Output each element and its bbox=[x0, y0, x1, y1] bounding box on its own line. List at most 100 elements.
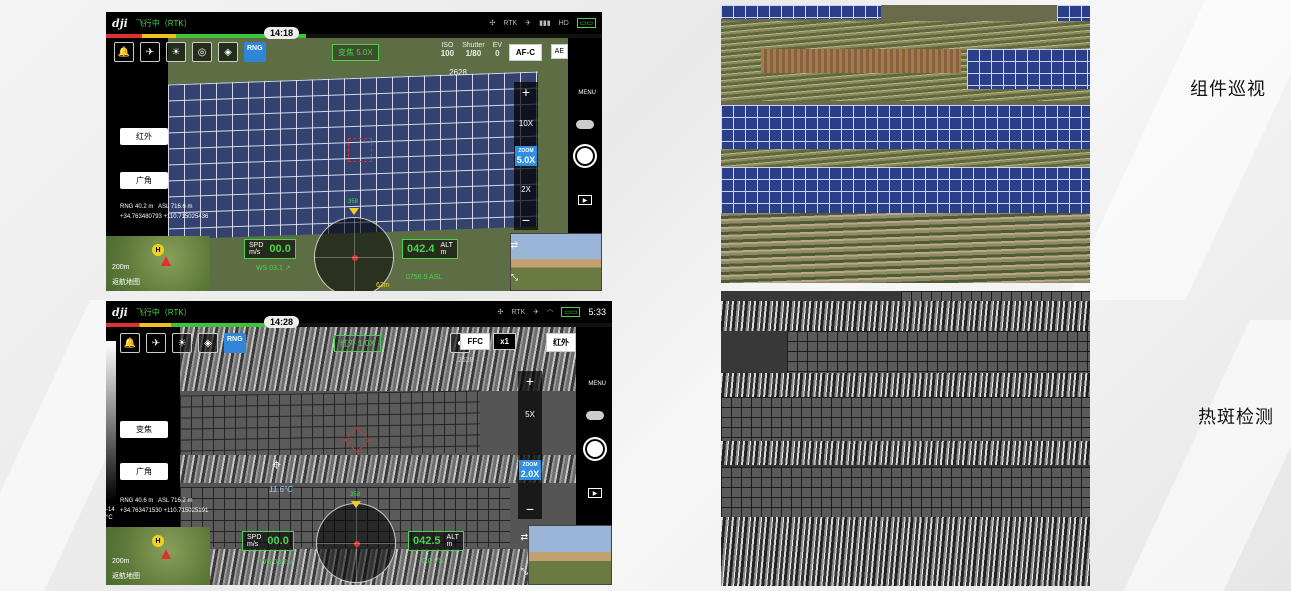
mini-map[interactable]: H 200m 返航地图 bbox=[106, 527, 210, 585]
shutter-button[interactable] bbox=[573, 144, 597, 168]
scale-unit: °C bbox=[106, 515, 113, 521]
ae-lock-button[interactable]: AE bbox=[550, 44, 568, 59]
gps-coords: +34.763471530 +110.715025191 bbox=[120, 508, 209, 514]
flight-status: 飞行中（RTK） bbox=[135, 18, 192, 28]
zoom-out-button[interactable]: − bbox=[522, 212, 530, 228]
altitude-label: ALT m bbox=[441, 242, 453, 256]
wifi-icon: ◠ bbox=[547, 309, 554, 316]
attitude-icon[interactable]: ✈ bbox=[140, 42, 160, 62]
asl-label: ASL bbox=[158, 204, 170, 210]
drone-position bbox=[354, 541, 360, 547]
mini-map[interactable]: H 200m 返航地图 bbox=[106, 236, 210, 291]
position-readout: RNG 40.6 m ASL 716.2 m +34.763471530 +11… bbox=[120, 496, 208, 516]
thermal-inspection-photo bbox=[721, 291, 1090, 586]
zoom-in-button[interactable]: + bbox=[526, 373, 534, 389]
zoom-slider[interactable]: + 10X ZOOM 5.0X 2X − bbox=[514, 82, 538, 230]
caption-hotspot-detection: 热斑检测 bbox=[1198, 407, 1274, 428]
spd-unit: m/s bbox=[249, 249, 261, 256]
drone-icon: ✣ bbox=[497, 309, 504, 316]
clock: 5:33 bbox=[588, 307, 606, 317]
zoom-out-button[interactable]: − bbox=[526, 501, 534, 517]
attitude-icon[interactable]: ✈ bbox=[146, 333, 166, 353]
af-c-button[interactable]: AF-C bbox=[508, 44, 542, 61]
playback-icon[interactable]: ▶ bbox=[578, 195, 592, 205]
ir-top-button[interactable]: 红外 bbox=[546, 333, 576, 352]
bell-icon[interactable]: 🔔 bbox=[114, 42, 134, 62]
status-bar: dji 飞行中（RTK） ✣ RTK ✈ ▮▮▮ HD ▭▭ bbox=[106, 12, 602, 34]
drone-arrow-icon bbox=[161, 549, 171, 559]
iso-value: 100 bbox=[440, 49, 455, 58]
speed-label: SPD m/s bbox=[249, 242, 263, 256]
menu-button[interactable]: MENU bbox=[578, 90, 596, 96]
spot-temperature: 11.6°C bbox=[269, 485, 293, 494]
thermal-ground bbox=[721, 373, 1090, 397]
map-label: 返航地图 bbox=[112, 279, 140, 286]
alt-unit: m bbox=[446, 541, 453, 548]
light-icon[interactable]: ☀ bbox=[166, 42, 186, 62]
photo-video-toggle[interactable] bbox=[586, 411, 604, 420]
visible-inspection-photo bbox=[721, 5, 1090, 283]
zoom-slider[interactable]: + 5X ZOOM 2.0X − bbox=[518, 371, 542, 519]
swap-view-icon[interactable]: ⇄ bbox=[510, 240, 518, 251]
ffc-button[interactable]: FFC bbox=[460, 333, 490, 350]
poi-icon[interactable]: ◈ bbox=[198, 333, 218, 353]
zoom-value: 2.0X bbox=[520, 469, 540, 480]
zoom-x1-button[interactable]: x1 bbox=[493, 333, 516, 350]
wide-button[interactable]: 广角 bbox=[120, 463, 168, 480]
panel-row bbox=[721, 5, 881, 19]
rng-label: RNG bbox=[120, 204, 134, 210]
photo-video-toggle[interactable] bbox=[576, 120, 594, 129]
playback-icon[interactable]: ▶ bbox=[588, 488, 602, 498]
collapse-icon[interactable]: ⤡ bbox=[511, 272, 518, 283]
altitude-value: 042.4 bbox=[407, 243, 435, 255]
dirt-strip bbox=[761, 49, 961, 73]
poi-icon[interactable]: ◈ bbox=[218, 42, 238, 62]
vertical-speed: 0.0 VS bbox=[422, 558, 444, 565]
bell-icon[interactable]: 🔔 bbox=[120, 333, 140, 353]
ev-param: EV 0 bbox=[493, 42, 502, 58]
thermal-panel-row bbox=[721, 397, 1090, 441]
status-bar: dji 飞行中（RTK） ✣ RTK ✈ ◠ ▭▭ 5:33 bbox=[106, 301, 612, 323]
dji-logo: dji bbox=[112, 305, 128, 319]
speed-box: SPD m/s 00.0 bbox=[242, 531, 294, 551]
speed-box: SPD m/s 00.0 bbox=[244, 239, 296, 259]
thermal-ground bbox=[721, 517, 1090, 586]
thermal-ground bbox=[721, 301, 1090, 331]
zoom-10x[interactable]: 10X bbox=[519, 119, 533, 128]
map-scale: 200m bbox=[112, 558, 130, 565]
remaining-shots: 2628 bbox=[458, 357, 474, 364]
altitude-box: 042.4 ALT m bbox=[402, 239, 458, 259]
rng-button[interactable]: RNG bbox=[244, 42, 266, 62]
panel-row bbox=[1057, 5, 1090, 21]
zoom-2x[interactable]: 2X bbox=[521, 185, 531, 194]
crosshair bbox=[348, 138, 372, 162]
thermal-ground bbox=[721, 441, 1090, 465]
shutter-param: Shutter 1/80 bbox=[462, 42, 485, 58]
rng-label: RNG bbox=[120, 498, 134, 504]
hd-label: HD bbox=[558, 19, 569, 27]
rng-row: RNG 40.6 m ASL 716.2 m bbox=[120, 496, 208, 506]
pip-preview[interactable] bbox=[510, 233, 602, 291]
tool-row: 🔔 ✈ ☀ ◈ RNG bbox=[120, 333, 246, 353]
light-icon[interactable]: ☀ bbox=[172, 333, 192, 353]
rng-button[interactable]: RNG bbox=[224, 333, 246, 353]
asl-value: 716.2 m bbox=[170, 498, 193, 504]
menu-button[interactable]: MENU bbox=[588, 381, 606, 387]
target-icon[interactable]: ◎ bbox=[192, 42, 212, 62]
wide-button[interactable]: 广角 bbox=[120, 172, 168, 189]
swap-view-icon[interactable]: ⇄ bbox=[520, 532, 528, 543]
pip-preview[interactable] bbox=[528, 525, 612, 585]
satellite-icon: ✈ bbox=[533, 309, 540, 316]
collapse-icon[interactable]: ⤡ bbox=[521, 566, 528, 577]
shutter-button[interactable] bbox=[583, 437, 607, 461]
zoom-button[interactable]: 变焦 bbox=[120, 421, 168, 438]
alt-unit: m bbox=[440, 249, 447, 256]
zoom-5x[interactable]: 5X bbox=[525, 410, 535, 419]
heading-value: 358 bbox=[348, 199, 359, 205]
ir-button[interactable]: 红外 bbox=[120, 128, 168, 145]
zoom-in-button[interactable]: + bbox=[522, 84, 530, 100]
battery-icon: ▭▭ bbox=[561, 307, 581, 317]
tool-row: 🔔 ✈ ☀ ◎ ◈ RNG bbox=[114, 42, 266, 62]
heading-value: 358 bbox=[350, 492, 361, 498]
dji-pilot-screen-thermal: ⌖ dji 飞行中（RTK） ✣ RTK ✈ ◠ ▭▭ 5:33 14:28 -… bbox=[106, 301, 612, 585]
